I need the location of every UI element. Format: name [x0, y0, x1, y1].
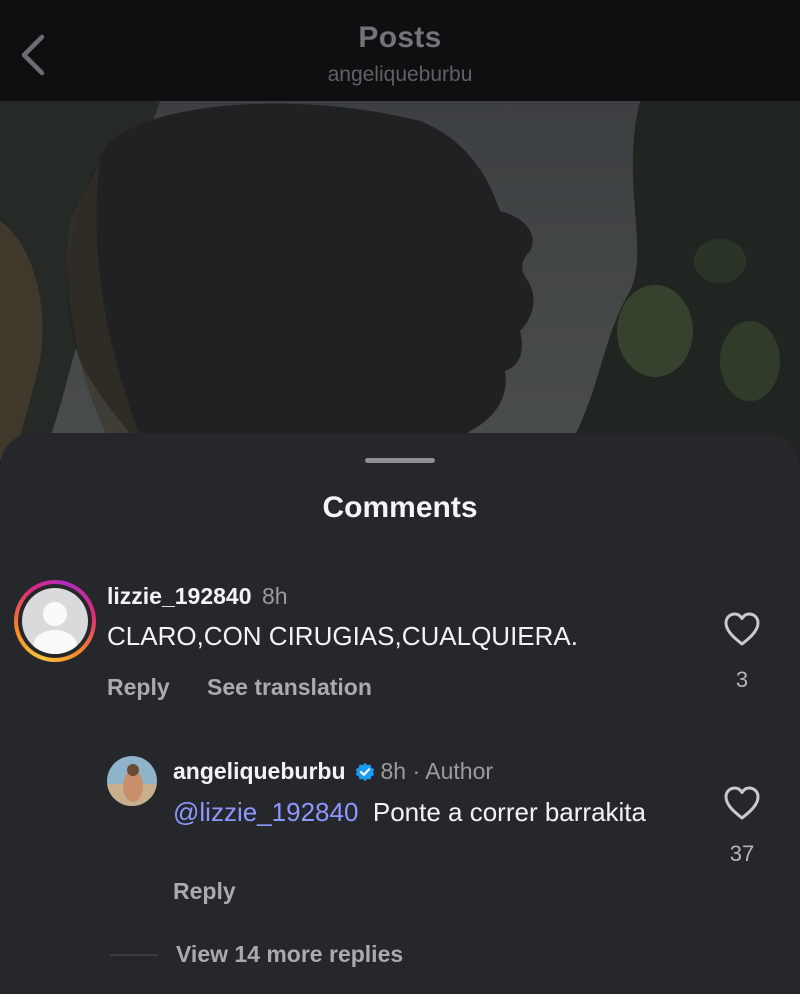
verified-badge-icon — [355, 762, 374, 781]
author-avatar[interactable] — [107, 756, 157, 806]
like-count: 3 — [735, 667, 749, 692]
like-button[interactable] — [723, 611, 761, 647]
page-subtitle: angeliqueburbu — [327, 63, 473, 86]
comment-username[interactable]: lizzie_192840 — [107, 583, 252, 609]
post-photo-graphic — [0, 101, 800, 461]
reply-username[interactable]: angeliqueburbu — [173, 758, 346, 785]
mention-link[interactable]: @lizzie_192840 — [173, 797, 358, 827]
sheet-title: Comments — [322, 491, 478, 524]
reply-text: @lizzie_192840 Ponte a correr barrakita — [173, 795, 653, 829]
default-avatar-icon — [22, 588, 88, 654]
page-title: Posts — [358, 21, 442, 54]
see-translation-button[interactable]: See translation — [207, 674, 372, 701]
reply-button[interactable]: Reply — [107, 674, 170, 701]
reply-button[interactable]: Reply — [173, 878, 236, 905]
top-header: Posts angeliqueburbu — [0, 0, 800, 101]
like-count: 37 — [729, 841, 755, 866]
comment-header: lizzie_192840 8h — [107, 583, 288, 610]
heart-outline-icon — [724, 612, 760, 646]
comment-time: 8h — [261, 583, 288, 609]
reply-body: Ponte a correr barrakita — [372, 797, 646, 827]
reply-time-author: 8h · Author — [380, 758, 494, 784]
reply-header: angeliqueburbu 8h · Author — [173, 758, 493, 785]
avatar-story-ring[interactable] — [14, 580, 96, 662]
divider — [110, 954, 158, 956]
comment-text: CLARO,CON CIRUGIAS,CUALQUIERA. — [107, 621, 578, 651]
drag-handle[interactable] — [365, 458, 435, 463]
post-photo[interactable] — [0, 101, 800, 461]
screen: Posts angeliqueburbu Comments lizzie_192… — [0, 0, 800, 994]
like-button[interactable] — [723, 785, 761, 821]
heart-outline-icon — [724, 786, 760, 820]
view-more-replies-button[interactable]: View 14 more replies — [176, 941, 403, 968]
comments-sheet: Comments lizzie_192840 8h CLARO,CON CIRU… — [0, 433, 800, 994]
